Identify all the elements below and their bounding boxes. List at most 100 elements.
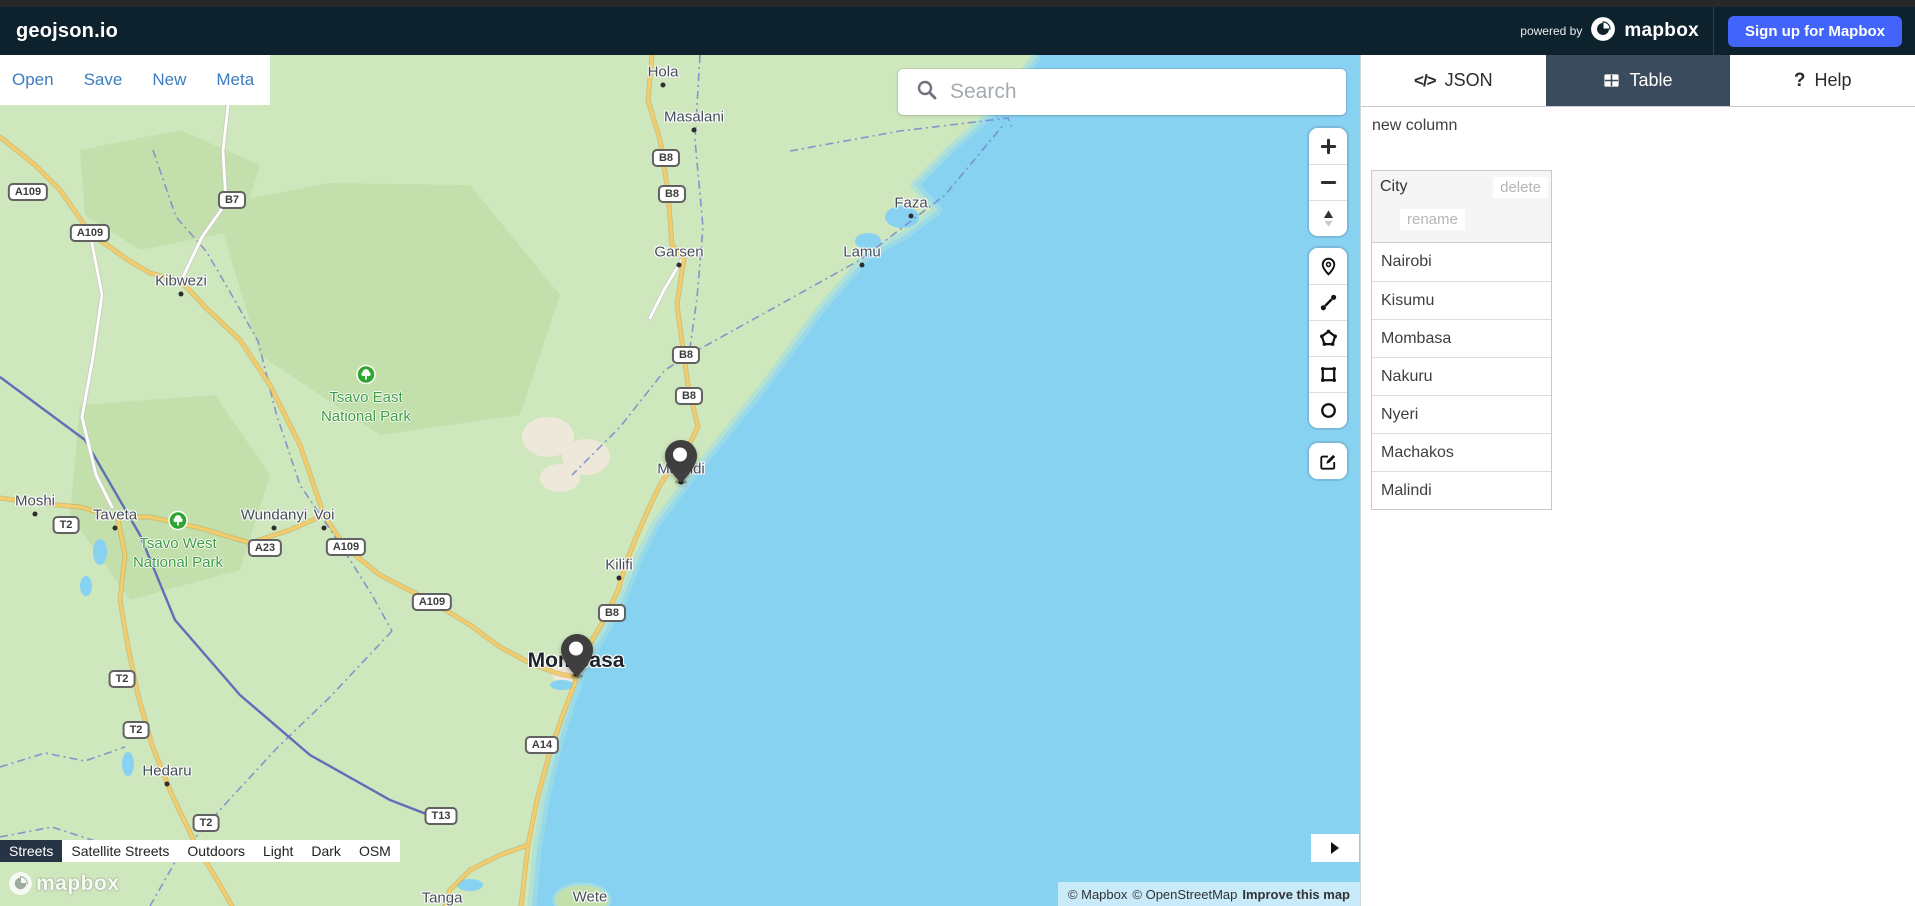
help-icon: ? [1794, 70, 1806, 92]
layer-option-streets[interactable]: Streets [0, 840, 62, 862]
attribution-osm-link[interactable]: © OpenStreetMap [1132, 887, 1237, 902]
layer-option-outdoors[interactable]: Outdoors [178, 840, 254, 862]
town-label-masalani: Masalani [664, 109, 724, 126]
road-shield-a109: A109 [326, 538, 366, 556]
town-label-voi: Voi [314, 507, 335, 524]
town-label-kibwezi: Kibwezi [155, 273, 207, 290]
geojson-point-marker-mombasa[interactable] [560, 633, 594, 683]
road-shield-b8: B8 [598, 604, 626, 622]
town-dot [677, 263, 682, 268]
mapbox-logo-icon [8, 871, 33, 896]
tab-label: Table [1629, 70, 1672, 91]
header-separator [1713, 7, 1714, 55]
layer-option-satellite-streets[interactable]: Satellite Streets [62, 840, 178, 862]
road-shield-b8: B8 [672, 346, 700, 364]
rect-button[interactable] [1309, 356, 1347, 392]
powered-by-mapbox: powered by mapbox [1520, 16, 1699, 47]
tab-help[interactable]: ? Help [1730, 55, 1915, 106]
road-shield-a23: A23 [248, 539, 282, 557]
menu-item-meta[interactable]: Meta [216, 70, 254, 90]
circle-button[interactable] [1309, 392, 1347, 428]
control-group-edit [1309, 443, 1347, 479]
table-row-nairobi[interactable]: Nairobi [1372, 243, 1551, 281]
town-label-kilifi: Kilifi [605, 557, 633, 574]
menu-item-new[interactable]: New [152, 70, 186, 90]
road-shield-a14: A14 [525, 736, 559, 754]
polygon-button[interactable] [1309, 320, 1347, 356]
menu-item-open[interactable]: Open [12, 70, 54, 90]
side-panel: </>JSON Table? Help new column City delete… [1360, 55, 1915, 906]
park-label-line: Tsavo West [133, 534, 223, 553]
town-label-hedaru: Hedaru [142, 763, 191, 780]
park-label-line: National Park [321, 407, 411, 426]
table-row-machakos[interactable]: Machakos [1372, 433, 1551, 471]
mapbox-wordmark: mapbox [1624, 20, 1699, 42]
delete-column-button[interactable]: delete [1493, 177, 1548, 198]
app-title: geojson.io [16, 20, 118, 43]
layer-option-dark[interactable]: Dark [302, 840, 350, 862]
edit-button[interactable] [1309, 443, 1347, 479]
column-name[interactable]: City [1380, 178, 1408, 196]
map-canvas[interactable]: HolaMasalaniGarsenFazaLamuKibweziMoshiTa… [0, 55, 1360, 906]
town-dot [322, 526, 327, 531]
zoom-out-button[interactable] [1309, 164, 1347, 200]
town-label-moshi: Moshi [15, 493, 55, 510]
town-label-wundanyi: Wundanyi [241, 507, 307, 524]
attribution-mapbox-link[interactable]: © Mapbox [1068, 887, 1127, 902]
road-shield-a109: A109 [8, 183, 48, 201]
road-shield-t13: T13 [425, 807, 458, 825]
town-label-wete: Wete [573, 889, 608, 906]
road-shield-b8: B8 [675, 387, 703, 405]
app-header: geojson.io powered by mapbox Sign up for… [0, 7, 1915, 55]
mapbox-logo-icon [1590, 16, 1616, 47]
marker-button[interactable] [1309, 248, 1347, 284]
table-icon [1603, 72, 1620, 89]
town-dot [909, 214, 914, 219]
zoom-in-icon [1319, 137, 1338, 156]
properties-table: City delete rename NairobiKisumuMombasaN… [1371, 170, 1552, 510]
geojson-point-marker-malindi[interactable] [664, 439, 698, 489]
park-label: Tsavo EastNational Park [321, 388, 411, 426]
town-dot [272, 526, 277, 531]
new-column-button[interactable]: new column [1372, 117, 1457, 135]
town-dot [33, 512, 38, 517]
table-row-kisumu[interactable]: Kisumu [1372, 281, 1551, 319]
control-group-zoom [1309, 128, 1347, 236]
layer-option-light[interactable]: Light [254, 840, 302, 862]
panel-collapse-button[interactable] [1311, 834, 1359, 862]
town-dot [179, 292, 184, 297]
layer-option-osm[interactable]: OSM [350, 840, 400, 862]
panel-tab-bar: </>JSON Table? Help [1361, 55, 1915, 107]
zoom-in-button[interactable] [1309, 128, 1347, 164]
powered-by-text: powered by [1520, 24, 1582, 38]
menu-item-save[interactable]: Save [84, 70, 123, 90]
table-row-mombasa[interactable]: Mombasa [1372, 319, 1551, 357]
town-label-hola: Hola [648, 64, 679, 81]
rect-icon [1319, 365, 1338, 384]
line-button[interactable] [1309, 284, 1347, 320]
polygon-icon [1319, 329, 1338, 348]
road-shield-t2: T2 [123, 721, 150, 739]
park-tree-icon [356, 365, 376, 390]
town-label-garsen: Garsen [654, 244, 703, 261]
park-tree-icon [168, 511, 188, 536]
improve-map-link[interactable]: Improve this map [1242, 887, 1350, 902]
table-row-malindi[interactable]: Malindi [1372, 471, 1551, 509]
road-shield-b8: B8 [658, 185, 686, 203]
compass-button[interactable] [1309, 200, 1347, 236]
table-row-nakuru[interactable]: Nakuru [1372, 357, 1551, 395]
search-icon [916, 79, 938, 106]
signup-mapbox-button[interactable]: Sign up for Mapbox [1728, 16, 1902, 47]
line-icon [1319, 293, 1338, 312]
search-input[interactable] [950, 80, 1346, 104]
map-attribution: © Mapbox © OpenStreetMap Improve this ma… [1058, 882, 1360, 906]
tab-table[interactable]: Table [1546, 55, 1731, 106]
tab-label: Help [1814, 70, 1851, 91]
rename-column-button[interactable]: rename [1400, 209, 1465, 230]
circle-icon [1319, 401, 1338, 420]
control-group-draw [1309, 248, 1347, 428]
mapbox-corner-logo[interactable]: mapbox [8, 871, 120, 896]
tab-json[interactable]: </>JSON [1361, 55, 1546, 106]
file-menu-bar: Open Save New Meta [0, 55, 270, 105]
table-row-nyeri[interactable]: Nyeri [1372, 395, 1551, 433]
